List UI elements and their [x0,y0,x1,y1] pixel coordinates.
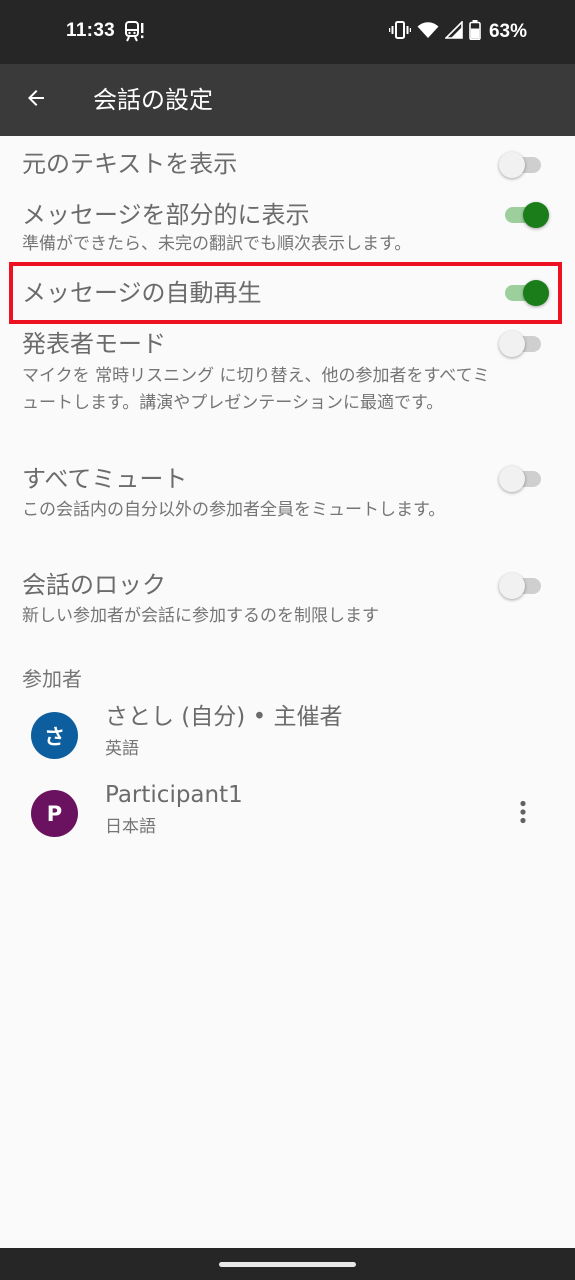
setting-title: メッセージを部分的に表示 [22,201,310,229]
participants-header: 参加者 [22,667,82,691]
cell-signal-icon [444,20,463,43]
arrow-back-icon [24,86,48,114]
setting-description: 新しい参加者が会話に参加するのを制限します [22,606,379,626]
participant-language: 英語 [105,739,139,759]
navigation-bar [0,1248,575,1280]
avatar: P [31,790,78,837]
lock-conversation-toggle[interactable] [499,572,551,600]
mute-all-toggle[interactable] [499,465,551,493]
setting-description: 準備ができたら、未完の翻訳でも順次表示します。 [22,234,412,254]
status-time: 11:33 [66,20,116,41]
participant-name: さとし (自分) • 主催者 [105,704,343,730]
status-bar: 11:33 63% [0,0,575,64]
avatar-initial: さ [44,724,65,749]
participant-language: 日本語 [105,817,156,837]
avatar-initial: P [46,801,63,826]
participant-row[interactable]: さ さとし (自分) • 主催者 英語 [0,698,575,774]
participant-row[interactable]: P Participant1 日本語 [0,776,575,852]
avatar: さ [31,712,78,759]
show-original-text-toggle[interactable] [499,151,551,179]
status-icons: 63% [388,18,527,46]
app-bar: 会話の設定 [0,64,575,136]
train-alert-icon [124,20,146,44]
participant-menu-button[interactable] [506,790,540,838]
more-vert-icon [520,800,526,828]
setting-title: 元のテキストを表示 [22,150,238,178]
presenter-mode-toggle[interactable] [499,330,551,358]
setting-description: マイクを 常時リスニング に切り替え、他の参加者をすべてミュートします。講演やプ… [22,366,490,413]
setting-title: メッセージの自動再生 [22,279,262,307]
back-button[interactable] [14,78,58,122]
auto-play-messages-toggle[interactable] [503,279,551,307]
partial-messages-toggle[interactable] [503,201,551,229]
setting-title: 会話のロック [22,571,166,599]
setting-description: この会話内の自分以外の参加者全員をミュートします。 [22,500,446,520]
setting-title: すべてミュート [22,465,188,493]
wifi-icon [417,21,439,43]
setting-title: 発表者モード [22,330,166,358]
participant-name: Participant1 [105,782,243,808]
vibrate-icon [388,20,412,44]
home-indicator[interactable] [219,1262,356,1267]
page-title: 会話の設定 [93,86,213,114]
battery-percent: 63% [488,21,527,42]
battery-icon [469,20,481,44]
